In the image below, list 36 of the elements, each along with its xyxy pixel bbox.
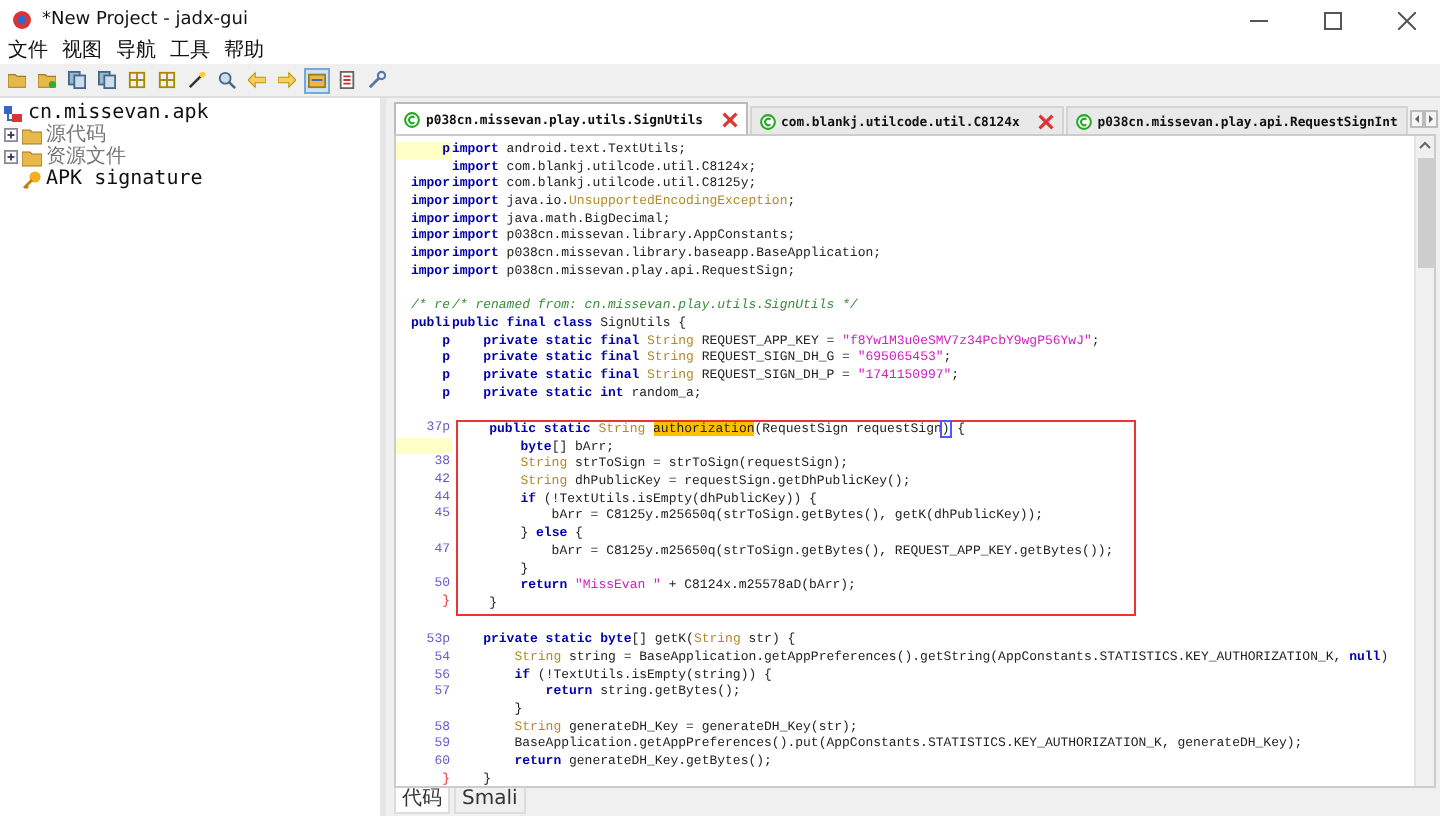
scroll-left-icon[interactable] [1409,109,1424,127]
class-icon [759,113,776,129]
tree-item[interactable]: 资源文件 [46,146,126,168]
expand-toggle-icon[interactable] [4,128,18,142]
scroll-right-icon[interactable] [1423,109,1438,127]
menu-item[interactable]: 导航 [116,40,156,64]
close-icon[interactable] [1037,113,1054,129]
key-icon [22,169,42,189]
sync-icon[interactable] [304,67,330,93]
window-title: *New Project - jadx-gui [42,10,248,30]
app-icon [12,10,32,30]
wand-icon[interactable] [184,67,210,93]
close-icon[interactable] [721,111,738,127]
class-icon [1075,113,1092,129]
pages-icon[interactable] [64,67,90,93]
menu-item[interactable]: 帮助 [224,40,264,64]
menu-item[interactable]: 视图 [62,40,102,64]
class-icon [404,111,420,127]
view-tab[interactable]: 代码 [394,788,450,814]
package-icon [4,103,24,123]
tree-item[interactable]: cn.missevan.apk [28,102,209,124]
scroll-thumb[interactable] [1417,158,1433,268]
wrench-icon[interactable] [364,67,390,93]
scrollbar[interactable] [1414,136,1434,786]
search-icon[interactable] [214,67,240,93]
expand-toggle-icon[interactable] [4,150,18,164]
pages-icon[interactable] [94,67,120,93]
maximize-icon[interactable] [1324,11,1342,29]
scroll-up-icon[interactable] [1416,136,1434,154]
menu-item[interactable]: 工具 [170,40,210,64]
view-tab[interactable]: Smali [454,788,526,814]
tree-item[interactable]: 源代码 [46,124,106,146]
tree-item[interactable]: APK signature [46,168,203,190]
document-icon[interactable] [334,67,360,93]
menu-item[interactable]: 文件 [8,40,48,64]
close-icon[interactable] [1398,11,1416,29]
